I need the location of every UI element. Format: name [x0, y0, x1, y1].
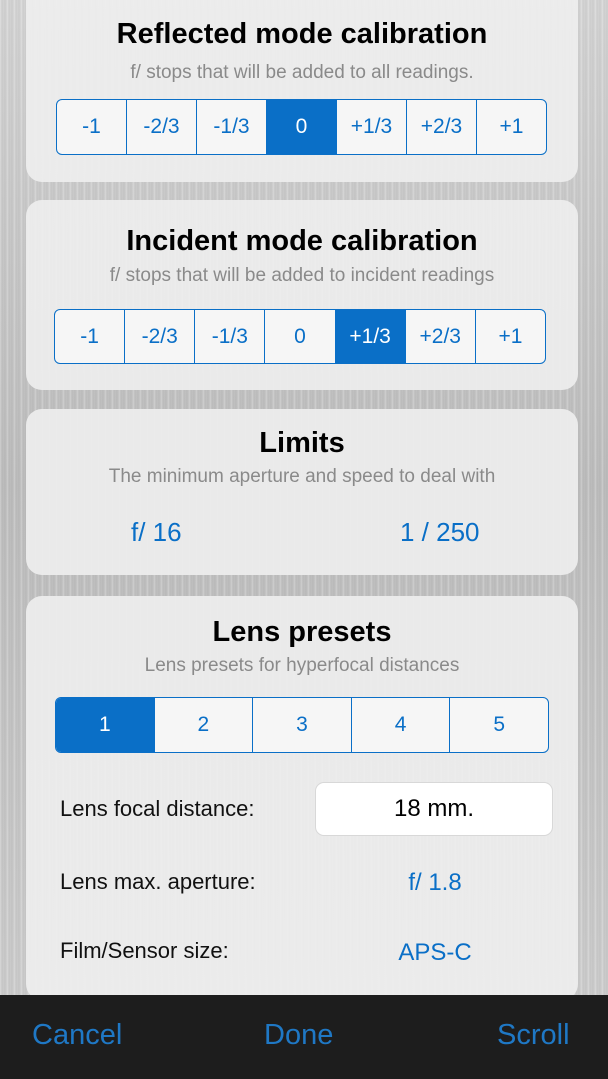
- reflected-title: Reflected mode calibration: [116, 18, 488, 50]
- min-speed-value[interactable]: 1 / 250: [400, 517, 480, 548]
- incident-option[interactable]: -2/3: [124, 310, 194, 363]
- scroll-button[interactable]: Scroll: [497, 1019, 570, 1052]
- limits-panel: Limits The minimum aperture and speed to…: [26, 409, 578, 575]
- reflected-option[interactable]: -1: [57, 100, 126, 154]
- incident-option[interactable]: +2/3: [404, 310, 475, 363]
- incident-calibration-panel: Incident mode calibration f/ stops that …: [26, 200, 578, 390]
- lens-presets-title: Lens presets: [212, 616, 392, 648]
- cancel-button[interactable]: Cancel: [32, 1019, 122, 1052]
- incident-option[interactable]: -1/3: [194, 310, 264, 363]
- incident-stop-selector: -1 -2/3 -1/3 0 +1/3 +2/3 +1: [54, 309, 546, 364]
- max-aperture-label: Lens max. aperture:: [60, 869, 256, 894]
- lens-presets-panel: Lens presets Lens presets for hyperfocal…: [26, 596, 578, 1000]
- reflected-calibration-panel: Reflected mode calibration f/ stops that…: [26, 0, 578, 182]
- sensor-size-value[interactable]: APS-C: [365, 939, 505, 967]
- min-aperture-value[interactable]: f/ 16: [131, 517, 182, 548]
- incident-option[interactable]: +1/3: [334, 310, 405, 363]
- lens-presets-subtitle: Lens presets for hyperfocal distances: [144, 655, 460, 676]
- reflected-option[interactable]: +1/3: [336, 100, 406, 154]
- focal-distance-input[interactable]: 18 mm.: [315, 782, 553, 836]
- sensor-size-label: Film/Sensor size:: [60, 938, 229, 963]
- max-aperture-value[interactable]: f/ 1.8: [365, 869, 505, 897]
- bottom-toolbar: Cancel Done Scroll: [0, 995, 608, 1079]
- done-button[interactable]: Done: [264, 1019, 333, 1052]
- incident-option[interactable]: -1: [55, 310, 124, 363]
- lens-preset-option[interactable]: 2: [153, 698, 253, 752]
- lens-preset-selector: 1 2 3 4 5: [55, 697, 549, 753]
- lens-preset-option[interactable]: 3: [252, 698, 351, 752]
- incident-option[interactable]: 0: [264, 310, 334, 363]
- lens-preset-option[interactable]: 4: [350, 698, 450, 752]
- incident-title: Incident mode calibration: [126, 225, 478, 257]
- reflected-option[interactable]: +2/3: [406, 100, 476, 154]
- reflected-option[interactable]: +1: [476, 100, 546, 154]
- limits-subtitle: The minimum aperture and speed to deal w…: [108, 466, 496, 487]
- incident-subtitle: f/ stops that will be added to incident …: [109, 265, 495, 286]
- reflected-stop-selector: -1 -2/3 -1/3 0 +1/3 +2/3 +1: [56, 99, 547, 155]
- reflected-option[interactable]: -2/3: [126, 100, 196, 154]
- limits-title: Limits: [259, 427, 345, 459]
- reflected-subtitle: f/ stops that will be added to all readi…: [130, 62, 474, 83]
- focal-distance-label: Lens focal distance:: [60, 796, 255, 821]
- reflected-option[interactable]: 0: [266, 100, 336, 154]
- lens-preset-option[interactable]: 1: [56, 698, 154, 752]
- reflected-option[interactable]: -1/3: [196, 100, 266, 154]
- incident-option[interactable]: +1: [474, 310, 545, 363]
- lens-preset-option[interactable]: 5: [449, 698, 548, 752]
